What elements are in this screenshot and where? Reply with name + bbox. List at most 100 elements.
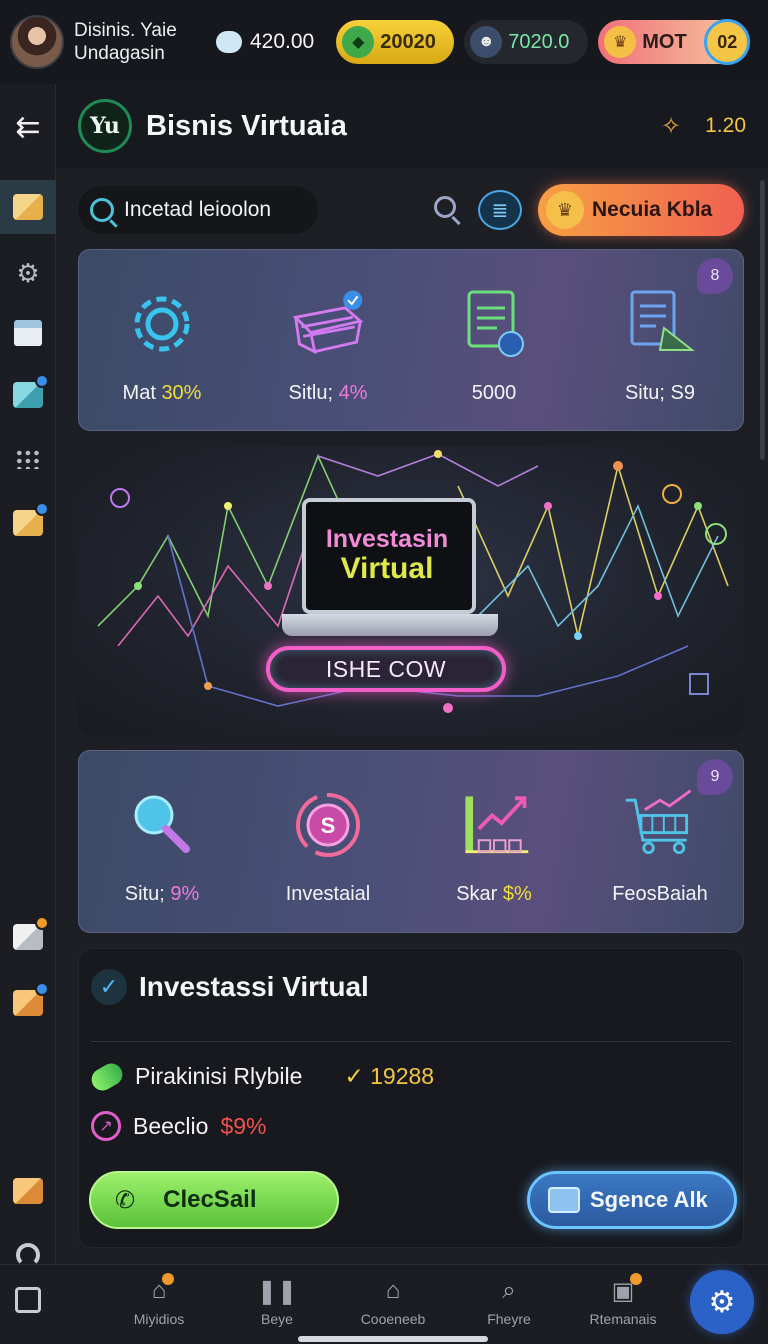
chat-value: 420.00 [250,30,315,53]
nav-label: Cooeneeb [360,1311,426,1327]
sparkle-icon[interactable]: ✧ [661,112,681,141]
package-icon [13,1178,43,1204]
stat-label: Investaial [285,883,371,905]
nav-item-miyidios[interactable]: ⌂ Miyidios [104,1273,214,1327]
card-badge: 9 [697,759,733,795]
secondary-button-label: Sgence Alk [590,1187,708,1212]
notification-dot [35,982,49,996]
resource-bar: Disinis. Yaie Undagasin 420.00 ◆ 20020 ☻… [0,0,768,84]
gear-icon [122,284,202,364]
header-right: ✧ 1.20 [661,112,746,141]
nav-item-beye[interactable]: ❚❚ Beye [222,1277,332,1328]
magnifier-icon[interactable] [434,196,456,218]
stat-item[interactable]: Situ; 9% [79,751,245,932]
stat-label: FeosBaiah [612,883,708,905]
search-icon: ⌕ [502,1277,516,1304]
divider [91,1041,731,1042]
search-input[interactable]: Incetad leioolon [78,186,318,234]
row-value: $9% [220,1112,267,1139]
rail-item-box[interactable] [0,496,56,550]
stat-label: 5000 [471,382,517,404]
rail-item-grid[interactable] [0,432,56,486]
app-logo: Yu [78,99,132,153]
bear-icon: ♛ [604,26,637,58]
invest-title: Investassi Virtual [139,971,369,1002]
stat-label: Situ; S9 [624,382,696,404]
nav-item-rtemanais[interactable]: ▣ Rtemanais [568,1273,678,1327]
basket-icon[interactable]: ≣ [478,190,522,230]
notification-dot [162,1273,175,1285]
side-rail: ⇇ ⚙ [0,84,56,1267]
rail-item-package[interactable] [0,1164,56,1218]
stat-item[interactable]: Sitlu; 4% [245,250,411,430]
row-label: Pirakinisi Rlybile [135,1063,303,1089]
report-icon [620,284,700,364]
call-button[interactable]: ✆ ClecSail [89,1171,339,1229]
app-root: Disinis. Yaie Undagasin 420.00 ◆ 20020 ☻… [0,0,768,1344]
invest-header: ✓ Investassi Virtual [91,969,369,1005]
rail-item-crate[interactable] [0,180,56,234]
hero-button[interactable]: ISHE COW [266,646,506,692]
notification-dot [35,502,49,516]
secondary-button[interactable]: Sgence Alk [527,1171,737,1229]
white-box-icon [13,916,49,950]
document-icon [454,284,534,364]
mask-currency-pill[interactable]: ☻ 7020.0 [464,20,589,64]
teal-box-icon [13,374,49,408]
rail-item-white-box[interactable] [0,910,56,964]
stats-card-bottom: Situ; 9% S Investaial Skar $% FeosBaiah … [78,750,744,933]
inbox-button[interactable] [0,1273,56,1327]
avatar[interactable] [10,15,64,69]
crate-icon [288,284,368,364]
nav-label: Fheyre [487,1311,531,1327]
home-indicator[interactable] [298,1336,488,1342]
calculator-icon [548,1187,580,1213]
nav-item-fheyre[interactable]: ⌕ Fheyre [454,1277,564,1327]
rail-item-settings[interactable]: ⚙ [0,246,56,300]
rail-item-cabinet[interactable] [0,306,56,360]
stat-item[interactable]: Mat 30% [79,250,245,430]
page-header: Yu Bisnis Virtuaia ✧ 1.20 [56,84,768,168]
trend-icon: ↗ [91,1111,121,1141]
stat-label: Sitlu; 4% [288,382,368,404]
stat-label: Mat 30% [122,382,202,404]
cart-chart-icon [620,785,700,865]
header-value: 1.20 [705,114,746,137]
stats-card-top: Mat 30% Sitlu; 4% 5000 Situ; S9 8 [78,249,744,431]
invest-row: Pirakinisi Rlybile 19288 [87,1058,434,1095]
page-title: Bisnis Virtuaia [146,109,347,142]
stat-label: Skar $% [456,883,532,905]
row-value: 19288 [344,1063,434,1090]
card-badge: 8 [697,258,733,294]
stat-item[interactable]: Skar $% [411,751,577,932]
search-placeholder: Incetad leioolon [124,198,272,221]
gem-icon: ◆ [342,26,375,58]
coin-s-icon: S [288,785,368,865]
gear-icon: ⚙ [16,257,40,288]
mask-value: 7020.0 [508,30,570,53]
pause-icon: ❚❚ [256,1277,298,1305]
nav-label: Beye [261,1311,293,1327]
hero-title: Investasin Virtual [325,525,449,585]
invest-panel: ✓ Investassi Virtual Pirakinisi Rlybile … [78,948,744,1248]
promo-button[interactable]: ♛ Necuia Kbla [538,184,744,236]
mask-icon: ☻ [470,26,503,58]
growth-chart-icon [454,785,534,865]
settings-fab[interactable]: ⚙ [690,1270,754,1334]
crate-icon [13,194,43,220]
gold-currency-pill[interactable]: ◆ 20020 [336,20,455,64]
notification-dot [35,374,49,388]
nav-item-cooeneeb[interactable]: ⌂ Cooeneeb [338,1277,448,1327]
rail-item-teal-box[interactable] [0,368,56,422]
scrollbar[interactable] [760,180,765,460]
nav-label: Rtemanais [589,1311,657,1327]
stat-label: Situ; 9% [124,883,200,905]
home-icon: ⌂ [152,1273,175,1305]
back-button[interactable]: ⇇ [0,100,56,154]
stat-item[interactable]: 5000 [411,250,577,430]
stat-item[interactable]: S Investaial [245,751,411,932]
chat-resource[interactable]: 420.00 [216,30,314,54]
rail-item-orange-box[interactable] [0,976,56,1030]
mot-currency-pill[interactable]: ♛ MOT 02 [598,19,751,65]
house-icon: ⌂ [385,1277,401,1304]
